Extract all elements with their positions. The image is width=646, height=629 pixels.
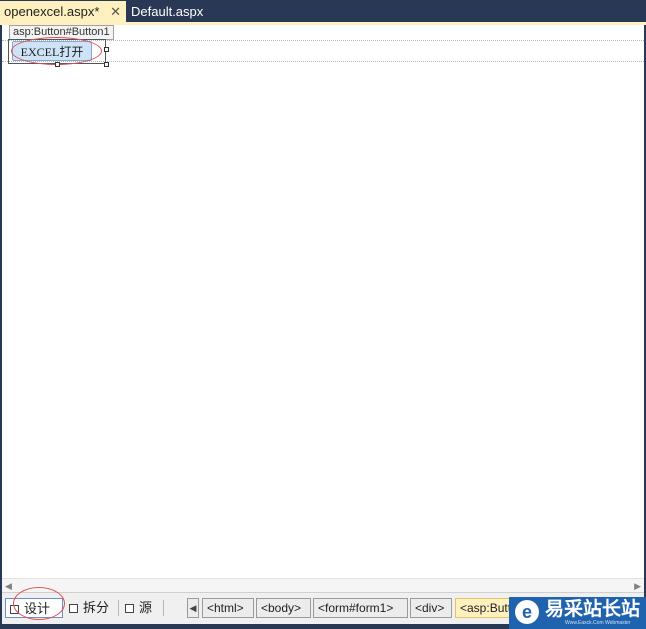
view-tab-source[interactable]: 源 — [121, 598, 161, 618]
scroll-right-icon[interactable]: ▶ — [634, 581, 641, 592]
view-tab-label: 源 — [139, 600, 153, 615]
design-view-icon — [10, 605, 19, 614]
breadcrumb-item-button[interactable]: <asp:Button#Button1> — [455, 598, 515, 618]
excel-open-button[interactable]: EXCEL打开 — [12, 41, 92, 61]
view-tab-split[interactable]: 拆分 — [65, 598, 117, 618]
tab-default[interactable]: Default.aspx — [126, 1, 226, 22]
divider — [163, 600, 164, 616]
resize-handle-corner[interactable] — [104, 62, 109, 67]
watermark-e-icon: e — [515, 600, 539, 624]
resize-handle-right[interactable] — [104, 47, 109, 52]
tab-openexcel[interactable]: openexcel.aspx* ✕ — [0, 1, 126, 22]
breadcrumb-item-body[interactable]: <body> — [256, 598, 311, 618]
document-tab-strip: openexcel.aspx* ✕ Default.aspx — [0, 0, 646, 22]
tab-label: openexcel.aspx* — [4, 4, 100, 19]
design-surface[interactable]: asp:Button#Button1 EXCEL打开 — [2, 25, 644, 578]
source-view-icon — [125, 604, 134, 613]
view-tab-label: 设计 — [24, 601, 51, 616]
view-tab-label: 拆分 — [83, 600, 110, 615]
breadcrumb-item-div[interactable]: <div> — [410, 598, 452, 618]
split-view-icon — [69, 604, 78, 613]
tab-label: Default.aspx — [131, 4, 204, 19]
horizontal-scrollbar[interactable]: ◀ ▶ — [2, 578, 644, 593]
control-tag: asp:Button#Button1 — [9, 25, 114, 40]
scroll-left-icon[interactable]: ◀ — [5, 581, 12, 592]
breadcrumb-item-form[interactable]: <form#form1> — [313, 598, 408, 618]
close-icon[interactable]: ✕ — [110, 1, 121, 22]
breadcrumb-back-icon[interactable]: ◀ — [187, 598, 199, 618]
breadcrumb-item-html[interactable]: <html> — [202, 598, 254, 618]
divider — [118, 600, 119, 616]
watermark-subtext: Www.Easck.Com Webmaster — [565, 620, 631, 626]
view-tab-design[interactable]: 设计 — [5, 598, 63, 618]
resize-handle-bottom[interactable] — [55, 62, 60, 67]
watermark-logo: e 易采站长站 Www.Easck.Com Webmaster — [509, 597, 646, 629]
